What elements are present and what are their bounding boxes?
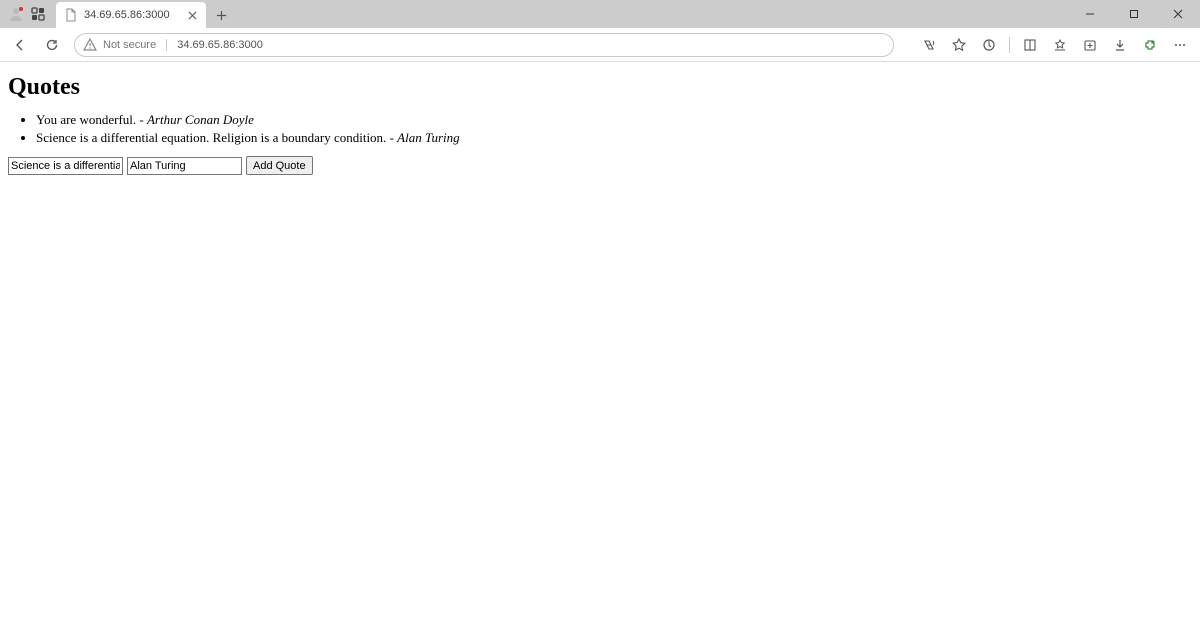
page-icon [64,8,78,22]
favorites-bar-icon[interactable] [1046,31,1074,59]
window-controls [1068,0,1200,28]
browser-tab[interactable]: 34.69.65.86:3000 [56,2,206,28]
page-content: Quotes You are wonderful. - Arthur Conan… [0,62,1200,644]
browser-titlebar: 34.69.65.86:3000 [0,0,1200,28]
quote-text: Science is a differential equation. Reli… [36,130,386,145]
quote-item: You are wonderful. - Arthur Conan Doyle [36,111,1192,129]
menu-icon[interactable] [1166,31,1194,59]
address-bar[interactable]: Not secure 34.69.65.86:3000 [74,33,894,57]
quote-author: Alan Turing [397,130,460,145]
read-aloud-icon[interactable] [915,31,943,59]
url-text: 34.69.65.86:3000 [177,39,263,51]
tab-close-button[interactable] [184,7,200,23]
add-quote-form: Add Quote [8,156,1192,175]
quote-list: You are wonderful. - Arthur Conan Doyle … [8,111,1192,146]
window-close-button[interactable] [1156,0,1200,28]
quote-separator: - [386,130,397,145]
tab-strip: 34.69.65.86:3000 [56,0,234,28]
tab-title: 34.69.65.86:3000 [84,9,178,21]
quote-author: Arthur Conan Doyle [147,112,254,127]
split-screen-icon[interactable] [1016,31,1044,59]
extensions-icon[interactable] [1136,31,1164,59]
window-minimize-button[interactable] [1068,0,1112,28]
back-button[interactable] [6,31,34,59]
new-tab-button[interactable] [208,2,234,28]
quote-item: Science is a differential equation. Reli… [36,129,1192,147]
url-divider [166,39,167,51]
quote-separator: - [136,112,147,127]
favorite-icon[interactable] [945,31,973,59]
downloads-icon[interactable] [1106,31,1134,59]
not-secure-label: Not secure [103,39,156,51]
window-maximize-button[interactable] [1112,0,1156,28]
browser-toolbar: Not secure 34.69.65.86:3000 [0,28,1200,62]
page-heading: Quotes [8,74,1192,101]
author-input[interactable] [127,157,242,175]
refresh-button[interactable] [38,31,66,59]
quote-input[interactable] [8,157,123,175]
titlebar-left [4,0,50,28]
collections-icon[interactable] [1076,31,1104,59]
not-secure-icon [83,38,97,52]
sync-icon[interactable] [975,31,1003,59]
workspaces-icon[interactable] [30,6,46,22]
add-quote-button[interactable]: Add Quote [246,156,313,175]
profile-icon[interactable] [8,6,24,22]
toolbar-divider [1009,37,1010,53]
toolbar-right [915,31,1194,59]
quote-text: You are wonderful. [36,112,136,127]
